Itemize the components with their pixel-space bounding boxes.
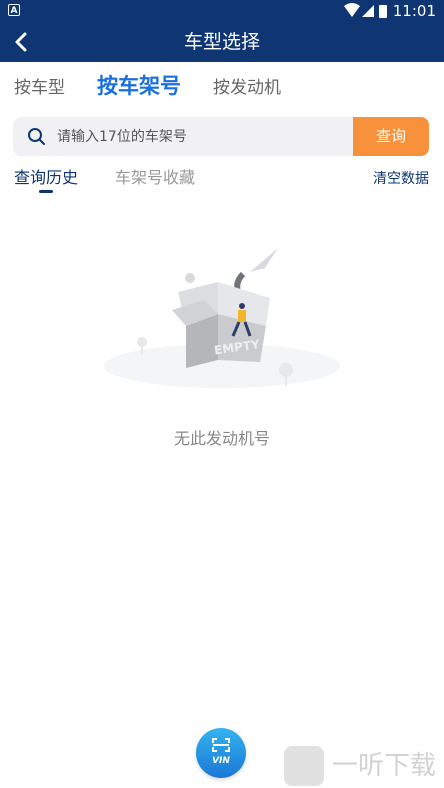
empty-box-illustration: EMPTY [104,248,340,388]
tab-query-history[interactable]: 查询历史 [14,167,78,189]
vin-label: VIN [212,756,230,766]
status-time: 11:01 [392,2,436,20]
tab-by-model[interactable]: 按车型 [14,74,65,102]
watermark-logo-icon [284,746,324,786]
tab-by-engine[interactable]: 按发动机 [213,74,281,102]
vin-scan-button[interactable]: VIN [196,728,246,778]
signal-icon [362,5,374,17]
vin-search-bar: 查询 [13,117,429,156]
system-icons [344,3,387,18]
query-button[interactable]: 查询 [353,117,429,156]
notification-a-icon: A [8,4,20,16]
watermark-text: 一听下载 [332,751,437,781]
app-bar: 车型选择 [0,22,444,62]
active-tab-indicator [39,190,53,193]
watermark: 一听下载 [284,744,444,788]
tab-vin-favorites[interactable]: 车架号收藏 [115,167,195,189]
status-bar: A 11:01 [0,0,444,22]
search-icon [28,128,45,145]
empty-state-message: 无此发动机号 [173,429,270,448]
clear-data-button[interactable]: 清空数据 [373,169,429,189]
tab-by-vin[interactable]: 按车架号 [97,72,181,100]
page-title: 车型选择 [183,31,260,53]
wifi-icon [344,3,360,17]
battery-icon [379,5,387,18]
search-mode-tabs: 按车型 按车架号 按发动机 [0,62,444,116]
history-tabs: 查询历史 车架号收藏 清空数据 [0,164,444,196]
scan-frame-icon [212,738,230,752]
vin-search-input[interactable] [57,117,357,156]
